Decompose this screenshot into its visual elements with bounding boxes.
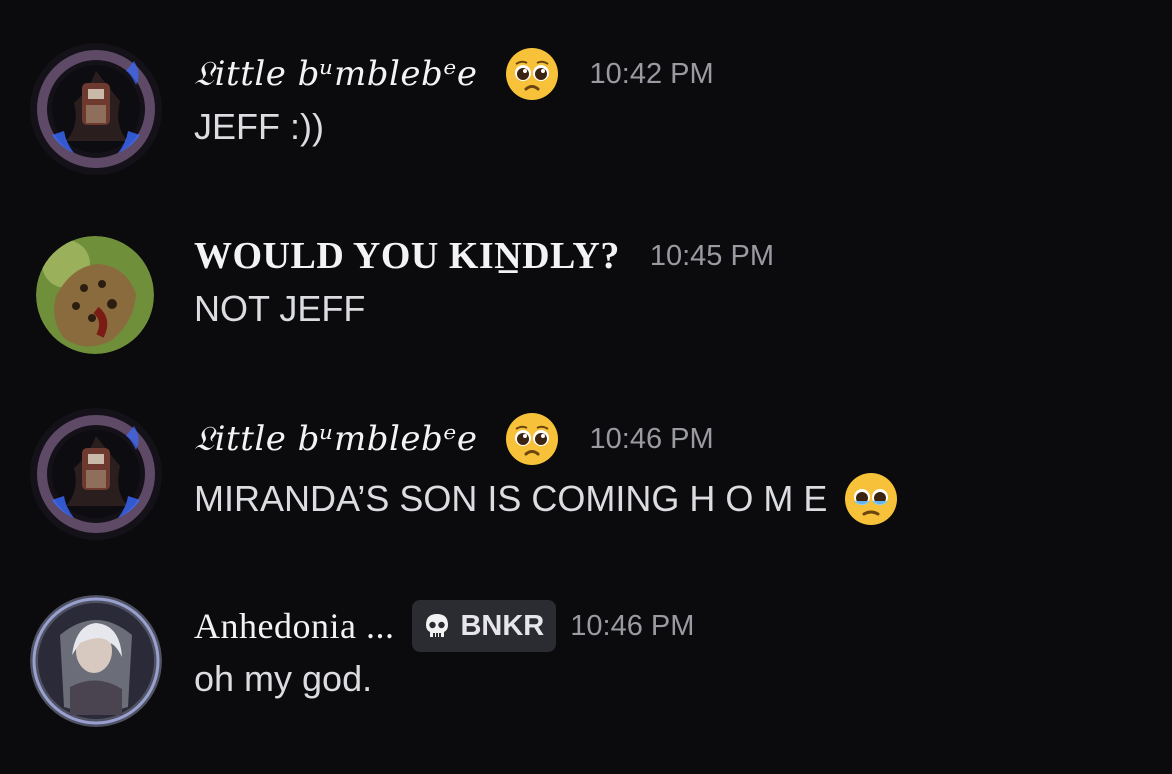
- username[interactable]: 𝔏ittle bᵘmblebᵉe: [194, 54, 478, 94]
- avatar[interactable]: [30, 43, 162, 175]
- username[interactable]: 𝔏ittle bᵘmblebᵉe: [194, 419, 478, 459]
- avatar[interactable]: [30, 595, 162, 727]
- timestamp[interactable]: 10:46 PM: [570, 610, 694, 643]
- message-header: 𝔏ittle bᵘmblebᵉe 10:42 PM: [194, 48, 714, 100]
- message-item: Anhedonia ... BNKR 10:46 PM oh my god.: [0, 595, 1172, 730]
- guild-tag-badge[interactable]: BNKR: [412, 600, 557, 652]
- message-item: 𝔏ittle bᵘmblebᵉe 10:46 PM MIRANDA’S SON …: [0, 408, 1172, 543]
- timestamp[interactable]: 10:46 PM: [590, 423, 714, 456]
- pleading-face-icon: [504, 411, 560, 467]
- chat-log: 𝔏ittle bᵘmblebᵉe 10:42 PM JEFF :)) WOULD…: [0, 0, 1172, 774]
- timestamp[interactable]: 10:45 PM: [650, 240, 774, 273]
- guild-tag-label: BNKR: [460, 609, 545, 642]
- pleading-face-icon: [504, 46, 560, 102]
- avatar[interactable]: [30, 408, 162, 540]
- skull-icon: [426, 614, 449, 637]
- username[interactable]: Anhedonia ...: [194, 605, 394, 647]
- message-header: Anhedonia ... BNKR 10:46 PM: [194, 600, 694, 652]
- message-content: MIRANDA’S SON IS COMING H O M E: [194, 471, 899, 527]
- message-text: oh my god.: [194, 658, 373, 699]
- message-item: WOULD YOU KIN̲DLY? 10:45 PM NOT JEFF: [0, 230, 1172, 360]
- message-header: WOULD YOU KIN̲DLY? 10:45 PM: [194, 230, 774, 282]
- message-item: 𝔏ittle bᵘmblebᵉe 10:42 PM JEFF :)): [0, 43, 1172, 178]
- username[interactable]: WOULD YOU KIN̲DLY?: [194, 234, 620, 278]
- message-header: 𝔏ittle bᵘmblebᵉe 10:46 PM: [194, 413, 714, 465]
- message-text: JEFF :)): [194, 106, 324, 147]
- timestamp[interactable]: 10:42 PM: [590, 58, 714, 91]
- message-text: NOT JEFF: [194, 288, 366, 329]
- message-text: MIRANDA’S SON IS COMING H O M E: [194, 478, 828, 519]
- avatar[interactable]: [36, 236, 154, 354]
- holding-back-tears-icon: [843, 471, 899, 527]
